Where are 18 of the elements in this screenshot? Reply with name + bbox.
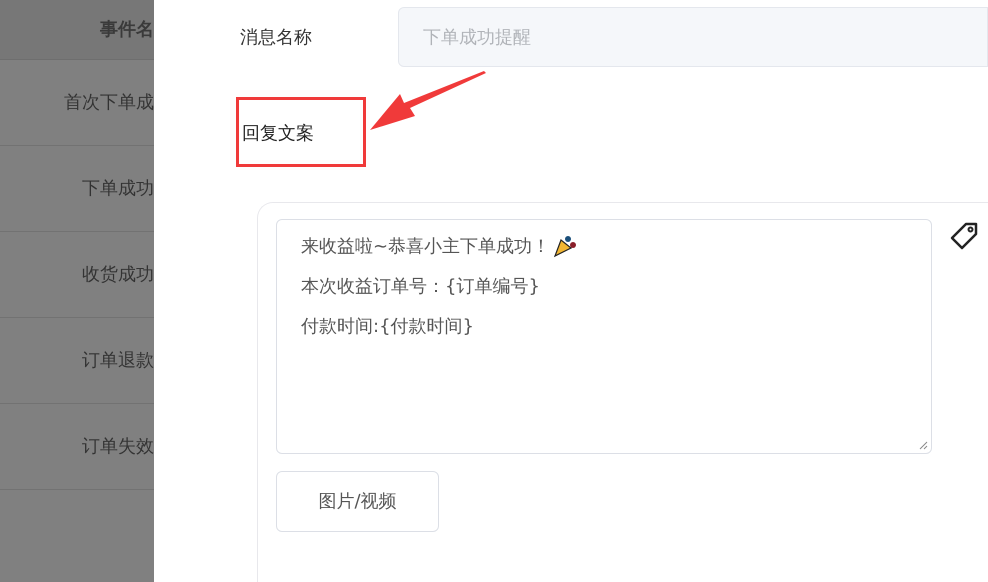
message-name-field[interactable]: 下单成功提醒 <box>398 7 988 67</box>
field-label: 消息名称 <box>240 26 313 50</box>
reply-textarea[interactable]: 来收益啦~恭喜小主下单成功！ 本次收益订单号：{订单编号} 付款时间:{付款时间} <box>276 219 932 454</box>
table-cell-text: 首次下单成 <box>64 91 154 115</box>
table-cell-text: 下单成功 <box>82 177 154 201</box>
resize-handle-icon[interactable] <box>918 440 928 450</box>
party-popper-icon <box>552 234 578 258</box>
field-label: 回复文案 <box>242 123 314 144</box>
variable-token: {付款时间} <box>379 314 474 338</box>
table-cell-text: 订单失效 <box>82 435 154 459</box>
variable-token: {订单编号} <box>445 274 540 298</box>
table-cell-text: 订单退款 <box>82 349 154 373</box>
text-line: 付款时间: <box>301 314 380 338</box>
column-header: 事件名 <box>100 18 154 42</box>
media-button[interactable]: 图片/视频 <box>276 471 439 532</box>
text-line: 本次收益订单号： <box>301 274 445 298</box>
table-cell-text: 收货成功 <box>82 263 154 287</box>
text-line: 来收益啦~恭喜小主下单成功！ <box>301 234 550 258</box>
